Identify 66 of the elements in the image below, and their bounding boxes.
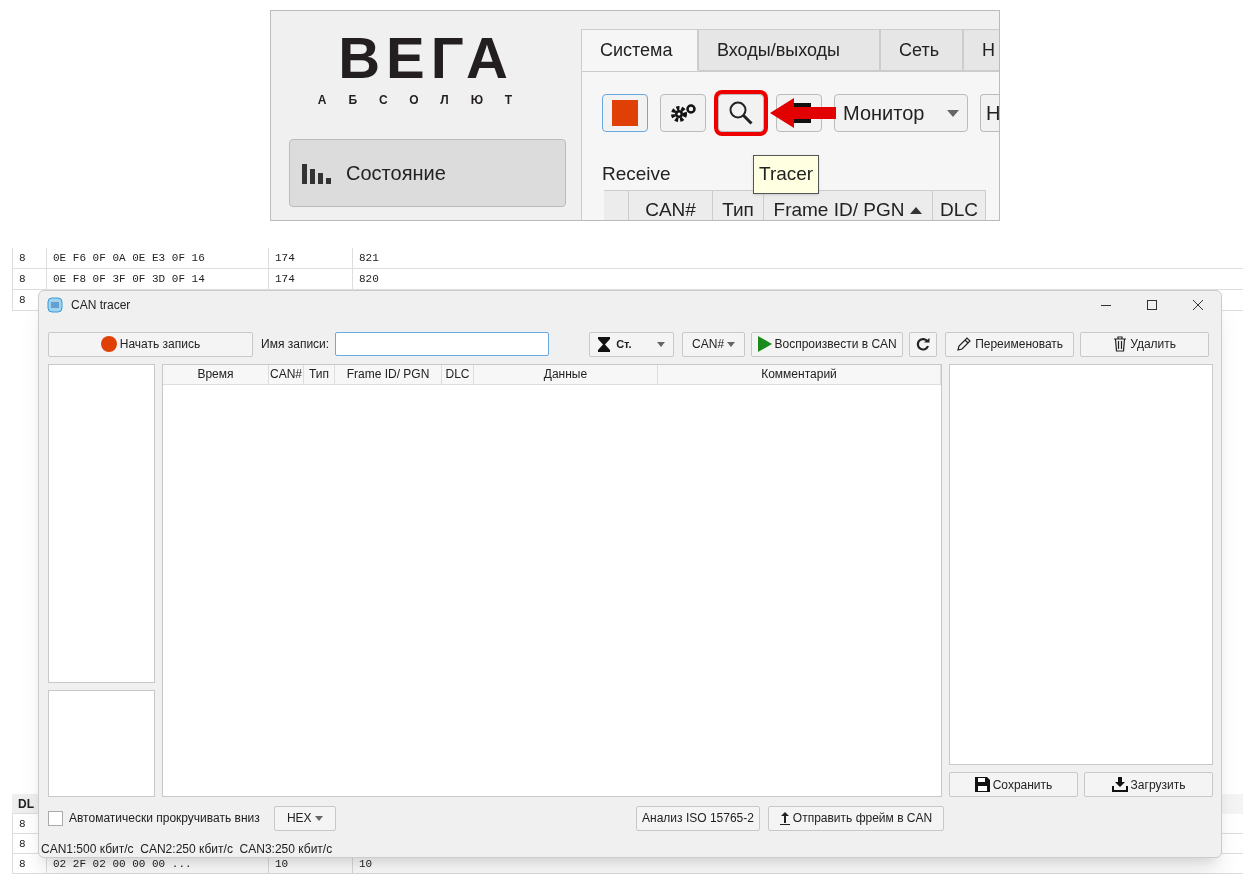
format-dropdown[interactable]: HEX <box>273 805 336 831</box>
maximize-icon <box>1147 300 1157 310</box>
tab[interactable]: Н <box>963 29 999 71</box>
app-icon <box>47 297 63 313</box>
stop-icon <box>612 100 638 126</box>
send-frame-button[interactable]: Отправить фрейм в CAN <box>768 805 944 831</box>
column-header[interactable]: Данные <box>474 365 658 384</box>
refresh-button[interactable] <box>909 331 938 357</box>
table-cell: 174 <box>268 269 352 289</box>
column-header[interactable]: Комментарий <box>658 365 941 384</box>
column-header[interactable]: DLC <box>442 365 474 384</box>
rename-button[interactable]: Переименовать <box>945 331 1075 357</box>
table-cell: 820 <box>352 269 440 289</box>
table-cell: 0E F6 0F 0A 0E E3 0F 16 <box>46 248 268 268</box>
column-header[interactable]: DLC <box>933 191 986 220</box>
stop-button[interactable] <box>602 94 648 132</box>
caret-icon <box>947 109 959 117</box>
delete-button[interactable]: Удалить <box>1080 331 1210 357</box>
caret-icon <box>314 815 323 821</box>
load-button[interactable]: Загрузить <box>1084 772 1213 797</box>
gear-button[interactable] <box>660 94 706 132</box>
section-label: Receive <box>602 162 671 186</box>
filter-dropdown[interactable]: Ст. <box>589 331 675 357</box>
table-cell: 8 <box>12 248 46 268</box>
save-button[interactable]: Сохранить <box>949 772 1078 797</box>
checkbox-label: Автоматически прокручивать вниз <box>69 810 260 827</box>
gears-icon <box>669 103 697 123</box>
tab[interactable]: Система <box>581 29 698 71</box>
monitor-dropdown[interactable]: Монитор <box>834 94 968 132</box>
tab[interactable]: Входы/выходы <box>698 29 880 71</box>
column-header[interactable]: CAN# <box>629 191 713 220</box>
tooltip: Tracer <box>753 155 820 194</box>
close-icon <box>1193 300 1203 310</box>
can-dropdown[interactable]: CAN# <box>682 331 746 357</box>
hourglass-icon <box>598 336 611 352</box>
window-title: CAN tracer <box>71 297 131 314</box>
analyze-button[interactable]: Анализ ISO 15765-2 <box>636 805 760 831</box>
play-icon <box>757 336 772 352</box>
table-cell: 174 <box>268 248 352 268</box>
logo: ВЕГА <box>337 24 515 92</box>
field-label: Имя записи: <box>261 336 330 353</box>
checkbox[interactable] <box>48 810 63 826</box>
pointer-arrow <box>770 96 838 130</box>
caret-icon <box>727 341 736 347</box>
column-header[interactable]: CAN# <box>269 365 304 384</box>
tab[interactable]: Сеть <box>880 29 963 71</box>
search-icon <box>728 100 754 126</box>
toolbar-button[interactable]: Н <box>980 94 999 132</box>
table-cell: 821 <box>352 248 440 268</box>
record-icon <box>100 336 117 352</box>
column-header[interactable]: Тип <box>304 365 335 384</box>
record-name-field[interactable] <box>335 332 550 356</box>
download-icon <box>1111 777 1128 792</box>
refresh-icon <box>916 337 931 351</box>
table-cell: 0E F8 0F 3F 0F 3D 0F 14 <box>46 269 268 289</box>
record-button[interactable]: Начать запись <box>48 331 253 357</box>
upload-icon <box>779 811 790 825</box>
column-header[interactable]: Время <box>163 365 269 384</box>
status-nav-button[interactable]: Состояние <box>289 139 566 207</box>
logo-subtitle: АБСОЛЮТ <box>316 92 536 109</box>
caret-icon <box>657 341 666 347</box>
column-header[interactable]: Frame ID/ PGN <box>335 365 442 384</box>
pencil-icon <box>956 336 973 352</box>
trash-icon <box>1113 336 1128 352</box>
table-cell: 8 <box>12 269 46 289</box>
play-button[interactable]: Воспроизвести в CAN <box>751 331 904 357</box>
